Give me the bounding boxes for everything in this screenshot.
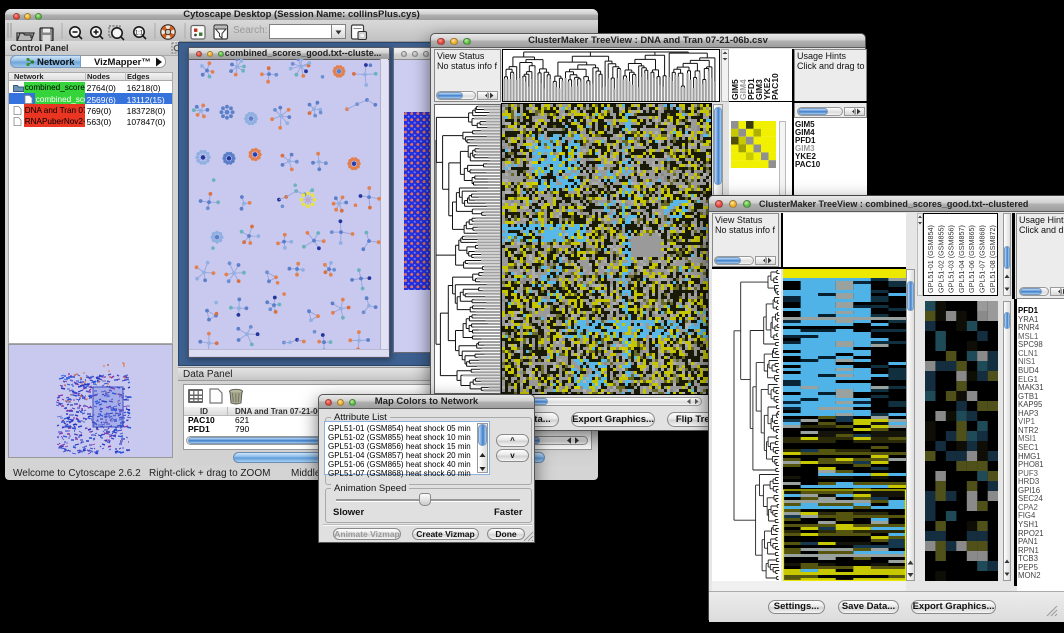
svg-text:1:1: 1:1 (135, 31, 144, 37)
svg-text:PAC10: PAC10 (770, 73, 780, 100)
svg-text:GPL51-04 (GSM857): GPL51-04 (GSM857) (957, 225, 966, 293)
svg-text:GPL51-06 (GSM865): GPL51-06 (GSM865) (967, 225, 976, 293)
svg-text:GPL51-01 (GSM854): GPL51-01 (GSM854) (926, 225, 935, 293)
svg-text:GPL51-07 (GSM868): GPL51-07 (GSM868) (978, 225, 987, 293)
svg-text:GPL51-02 (GSM855): GPL51-02 (GSM855) (936, 225, 945, 293)
svg-text:GPL51-03 (GSM856): GPL51-03 (GSM856) (947, 225, 956, 293)
svg-text:GPL51-08 (GSM872): GPL51-08 (GSM872) (988, 225, 997, 293)
